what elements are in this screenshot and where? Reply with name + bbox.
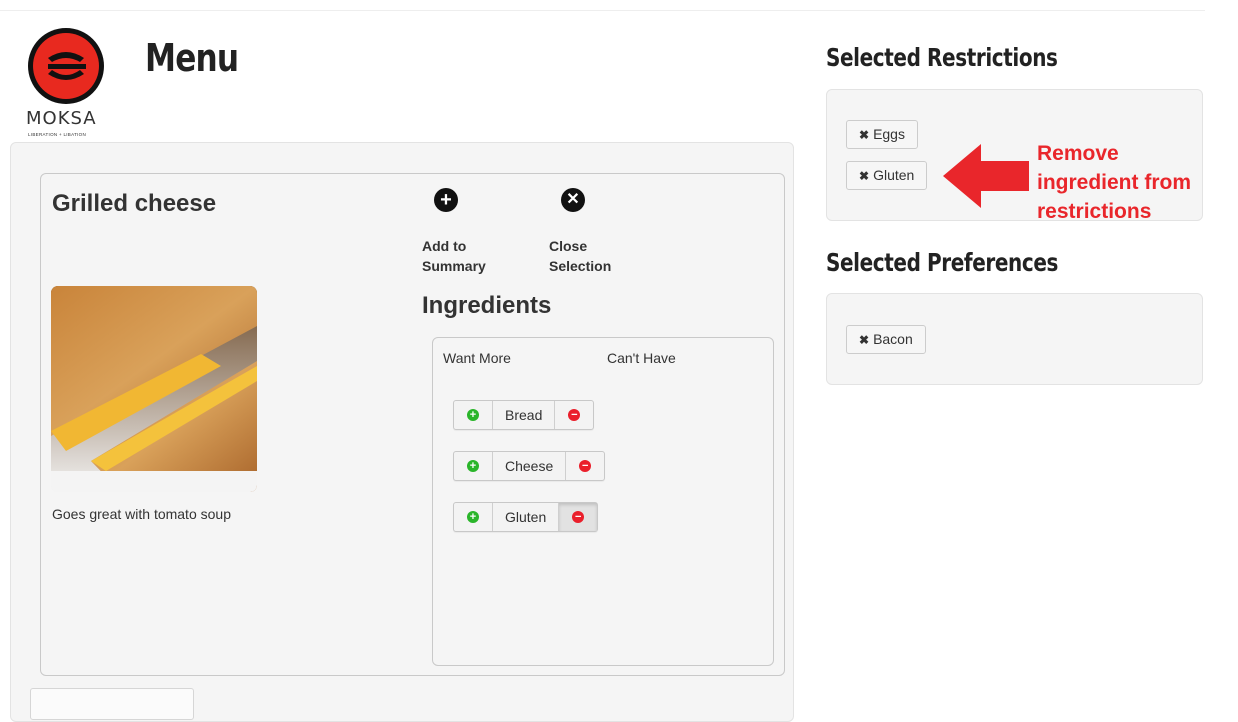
- want-more-button[interactable]: +: [454, 503, 492, 531]
- restrictions-heading: Selected Restrictions: [826, 43, 1058, 72]
- restriction-tag-gluten[interactable]: ✖ Gluten: [846, 161, 928, 190]
- plus-circle-icon: +: [467, 409, 479, 421]
- x-icon: ✖: [859, 128, 870, 142]
- close-selection-button[interactable]: Close Selection: [549, 236, 611, 276]
- x-icon: ✖: [859, 333, 870, 347]
- x-icon: ✖: [859, 169, 870, 183]
- plus-circle-icon[interactable]: +: [434, 188, 458, 212]
- close-label-line2: Selection: [549, 258, 612, 274]
- ingredient-row: + Bread −: [453, 400, 595, 430]
- plus-circle-icon: +: [467, 511, 479, 523]
- ingredient-row: + Cheese −: [453, 451, 606, 481]
- want-more-button[interactable]: +: [454, 401, 492, 429]
- arrow-left-icon: [943, 144, 1029, 208]
- preference-tag-bacon[interactable]: ✖ Bacon: [846, 325, 926, 354]
- add-to-summary-button[interactable]: Add to Summary: [422, 236, 486, 276]
- minus-circle-icon: −: [568, 409, 581, 421]
- ingredient-name: Gluten: [492, 503, 560, 531]
- want-more-header: Want More: [443, 350, 511, 366]
- cant-have-header: Can't Have: [607, 350, 676, 366]
- close-label-line1: Close: [549, 238, 588, 254]
- item-description: Goes great with tomato soup: [52, 506, 231, 522]
- annotation-text: Remove ingredient from restrictions: [1037, 139, 1191, 226]
- ingredient-name: Bread: [492, 401, 556, 429]
- annotation-line1: Remove: [1037, 142, 1119, 165]
- brand-name: MOKSA: [26, 108, 97, 129]
- minus-circle-icon: −: [579, 460, 592, 472]
- item-title: Grilled cheese: [52, 190, 217, 217]
- brand-tagline: LIBERATION + LIBATION: [28, 132, 87, 137]
- minus-circle-icon: −: [572, 511, 585, 523]
- tag-label: Eggs: [873, 126, 905, 142]
- add-label-line1: Add to: [422, 238, 467, 254]
- annotation-line2: ingredient from: [1037, 171, 1192, 194]
- plus-circle-icon: +: [467, 460, 479, 472]
- ingredient-name: Cheese: [492, 452, 567, 480]
- bottom-button[interactable]: [30, 688, 194, 720]
- top-divider: [0, 10, 1205, 11]
- ingredients-title: Ingredients: [422, 292, 552, 319]
- annotation-line3: restrictions: [1037, 200, 1152, 223]
- grilled-cheese-image: [51, 286, 257, 492]
- cant-have-button[interactable]: −: [559, 503, 598, 531]
- add-label-line2: Summary: [422, 258, 486, 274]
- x-circle-icon[interactable]: ✕: [561, 188, 585, 212]
- want-more-button[interactable]: +: [454, 452, 492, 480]
- preferences-heading: Selected Preferences: [826, 248, 1058, 277]
- cant-have-button[interactable]: −: [555, 401, 593, 429]
- tag-label: Bacon: [873, 331, 913, 347]
- restriction-tag-eggs[interactable]: ✖ Eggs: [846, 120, 918, 149]
- page-title: Menu: [145, 36, 239, 80]
- cant-have-button[interactable]: −: [566, 452, 604, 480]
- ingredient-row: + Gluten −: [453, 502, 599, 532]
- tag-label: Gluten: [873, 167, 915, 183]
